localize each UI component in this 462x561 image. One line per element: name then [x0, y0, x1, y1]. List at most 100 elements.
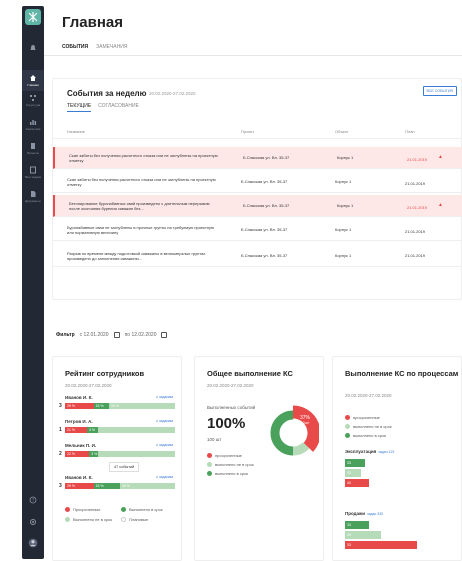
rating-date: 20.02.2020-27.02.2020: [65, 383, 112, 388]
legend-dot: [121, 517, 126, 522]
column-header-project[interactable]: Проект: [241, 129, 254, 134]
help-icon[interactable]: ?: [22, 496, 44, 505]
page-title: Главная: [62, 14, 124, 31]
sidebar-item-tasks[interactable]: Мои задачи: [22, 166, 44, 179]
all-events-button[interactable]: ВСЕ СОБЫТИЯ: [422, 86, 457, 96]
employee-row[interactable]: Петров И. А. к задачам 1 21 % 3 %: [59, 419, 175, 433]
process-bar: 33: [345, 541, 417, 549]
event-object: Корпус 1: [337, 203, 354, 208]
bar-overdue: 29 %: [65, 483, 94, 489]
overall-subtitle: Выполненных событий: [207, 405, 256, 410]
column-header-plan[interactable]: План: [405, 129, 415, 134]
process-bar: 33: [345, 459, 365, 467]
event-plan: 21.01.2019: [407, 205, 428, 210]
settings-icon[interactable]: [22, 518, 44, 527]
table-row[interactable]: Буронабивные сваи не заглублены в прочны…: [53, 219, 462, 241]
event-name: Скан забиты без получения расчетного отк…: [69, 153, 218, 163]
legend-label: выполнено в срок: [353, 433, 387, 438]
process-title: Выполнение КС по процессам: [345, 369, 459, 378]
legend-label: Просроченные: [73, 507, 101, 512]
sidebar-item-label: Главная: [27, 83, 39, 87]
to-tasks-link[interactable]: к задачам: [156, 443, 173, 447]
sidebar-item-home[interactable]: Главная: [22, 70, 44, 91]
employee-rank: 3: [59, 483, 62, 489]
event-plan: 21.01.2019: [405, 181, 426, 186]
legend-item: выполнено не в срок: [345, 424, 392, 429]
sidebar-item-analytics[interactable]: Аналитика: [22, 118, 44, 131]
sidebar-item-structure[interactable]: Структура: [22, 94, 44, 107]
tab-remarks[interactable]: ЗАМЕЧАНИЯ: [96, 44, 127, 50]
filter-date-to[interactable]: по 12.02.2020: [125, 332, 157, 338]
tab-current[interactable]: ТЕКУЩИЕ: [67, 103, 92, 112]
filter-date-from[interactable]: с 12.01.2020: [80, 332, 109, 338]
legend-dot: [65, 517, 70, 522]
legend-dot: [345, 433, 350, 438]
bar-late: 15 %: [108, 403, 175, 409]
employee-bar: 29 % 15 % 15 %: [65, 403, 175, 409]
overall-date: 20.02.2020-27.02.2020: [207, 383, 254, 388]
table-row[interactable]: Разрыв по времени между подготовкой сква…: [53, 245, 462, 267]
legend-item: просроченные: [345, 415, 380, 420]
tasks-link[interactable]: задач 123: [378, 450, 394, 454]
to-tasks-link[interactable]: к задачам: [156, 395, 173, 399]
calendar-icon[interactable]: [161, 332, 168, 338]
calendar-icon[interactable]: [113, 332, 120, 338]
document-icon: [31, 191, 36, 197]
legend-dot: [345, 415, 350, 420]
employee-bar: 21 % 3 %: [65, 427, 175, 433]
sidebar-item-label: Мои задачи: [24, 175, 42, 179]
table-row[interactable]: Скан забиты без получения расчетного отк…: [53, 147, 462, 169]
event-object: Корпус 1: [335, 227, 352, 232]
employee-row[interactable]: Иванов И. К. к задачам 3 29 % 15 % 15 %: [59, 475, 175, 489]
legend-item: выполнено в срок: [207, 471, 248, 476]
rating-card: Рейтинг сотрудников 20.02.2020-27.02.202…: [52, 356, 182, 561]
fire-icon: ▲: [438, 202, 443, 208]
legend-label: Выполнено не в срок: [73, 517, 113, 522]
event-object: Корпус 1: [335, 179, 352, 184]
employee-rank: 1: [59, 427, 62, 433]
legend-dot: [65, 507, 70, 512]
legend-item: Выполнено в срок: [121, 507, 163, 512]
events-title: События за неделю: [67, 89, 147, 98]
fire-icon: ▲: [438, 154, 443, 160]
employee-bar: 29 % 15 % 15 %: [65, 483, 175, 489]
chart-icon: [30, 120, 37, 125]
bar-on-time: 3 %: [87, 427, 98, 433]
to-tasks-link[interactable]: к задачам: [156, 475, 173, 479]
legend-item: Выполнено не в срок: [65, 517, 112, 522]
sidebar-item-documents[interactable]: Документы: [22, 190, 44, 203]
top-tabs: СОБЫТИЯ ЗАМЕЧАНИЯ: [62, 44, 127, 50]
to-tasks-link[interactable]: к задачам: [156, 419, 173, 423]
sidebar-item-projects[interactable]: Проекты: [22, 142, 44, 155]
legend-label: выполнено не в срок: [353, 424, 392, 429]
bar-on-time: 15 %: [93, 483, 120, 489]
column-header-object[interactable]: Объект: [335, 129, 349, 134]
main-content: Главная СОБЫТИЯ ЗАМЕЧАНИЯ События за нед…: [44, 0, 462, 561]
process-section-title: Продажи задач 330: [345, 511, 384, 516]
legend-item: Просроченные: [65, 507, 101, 512]
table-row[interactable]: Скан забиты без получения расчетного отк…: [53, 171, 462, 193]
bar-on-time: 3 %: [89, 451, 98, 457]
table-row[interactable]: Бетонирование буронабивных свай произвед…: [53, 195, 462, 217]
legend-item: выполнено не в срок: [207, 462, 254, 467]
tasks-link[interactable]: задач 330: [367, 512, 383, 516]
employee-row[interactable]: Мельник П. И. к задачам 2 22 % 3 %: [59, 443, 175, 457]
process-date: 20.02.2020-27.02.2020: [345, 393, 392, 398]
legend-label: Плановые: [129, 517, 149, 522]
app-logo[interactable]: [25, 9, 41, 25]
process-bar: 33: [345, 469, 361, 477]
sidebar-item-label: Проекты: [26, 151, 40, 155]
employee-bar: 22 % 3 %: [65, 451, 175, 457]
legend-dot: [345, 424, 350, 429]
avatar[interactable]: [22, 538, 44, 549]
tab-events[interactable]: СОБЫТИЯ: [62, 44, 88, 50]
bar-overdue: 22 %: [65, 451, 90, 457]
process-section-title: Эксплуатация задач 123: [345, 449, 395, 454]
process-bar: 40: [345, 479, 369, 487]
bell-icon[interactable]: [22, 44, 44, 53]
column-header-name[interactable]: Название: [67, 129, 217, 134]
employee-row[interactable]: Иванов И. К. к задачам 3 29 % 15 % 15 %: [59, 395, 175, 409]
legend-dot: [207, 471, 212, 476]
tab-approval[interactable]: СОГЛАСОВАНИЕ: [98, 103, 139, 112]
overall-title: Общее выполнение КС: [207, 369, 293, 378]
